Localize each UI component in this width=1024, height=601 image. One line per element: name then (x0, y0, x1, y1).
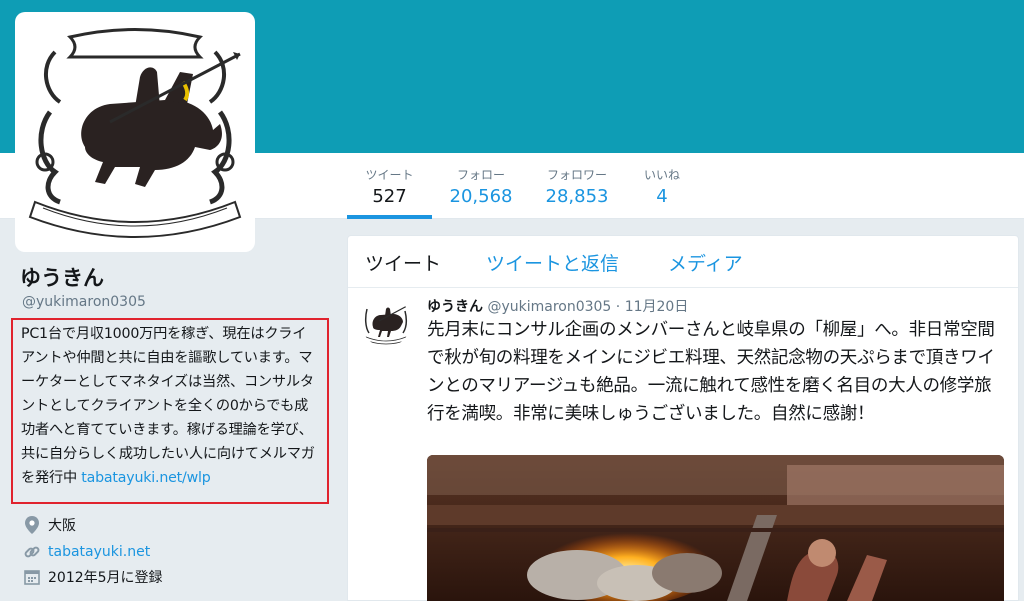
tab-tweets-and-replies[interactable]: ツイートと返信 (486, 249, 619, 276)
profile-location-row: 大阪 (22, 514, 76, 536)
profile-bio-highlight: PC1台で月収1000万円を稼ぎ、現在はクライアントや仲間と共に自由を謳歌してい… (11, 318, 329, 504)
stat-following[interactable]: フォロー 20,568 (440, 153, 522, 219)
tab-tweets[interactable]: ツイート (365, 249, 441, 276)
calendar-icon (22, 567, 42, 587)
profile-location: 大阪 (48, 518, 76, 534)
stat-tweets-value: 527 (372, 186, 407, 207)
stat-following-label: フォロー (456, 168, 505, 182)
tweet-author-handle[interactable]: @yukimaron0305 (487, 299, 611, 315)
tab-media[interactable]: メディア (668, 249, 743, 276)
stat-followers-value: 28,853 (545, 186, 609, 207)
stat-likes[interactable]: いいね 4 (632, 153, 692, 219)
link-icon (22, 542, 42, 562)
grill-photo (427, 455, 1004, 601)
tweet-date[interactable]: 11月20日 (625, 299, 689, 315)
timeline-tabs: ツイート ツイートと返信 メディア (348, 236, 1018, 288)
stat-likes-value: 4 (656, 186, 668, 207)
stat-following-value: 20,568 (449, 186, 513, 207)
tweet-separator: · (615, 299, 621, 315)
stat-likes-label: いいね (643, 168, 680, 182)
tweet-avatar[interactable] (361, 297, 411, 347)
tweet-author-name[interactable]: ゆうきん (427, 299, 483, 315)
profile-joined-row: 2012年5月に登録 (22, 566, 163, 588)
profile-name: ゆうきん (20, 266, 104, 290)
profile-website-link[interactable]: tabatayuki.net (48, 544, 150, 560)
profile-avatar[interactable] (15, 12, 255, 252)
knight-crest-logo-small (364, 305, 408, 345)
tweet-header: ゆうきん @yukimaron0305 · 11月20日 (427, 296, 688, 316)
profile-bio-link[interactable]: tabatayuki.net/wlp (81, 470, 210, 486)
profile-bio-text: PC1台で月収1000万円を稼ぎ、現在はクライアントや仲間と共に自由を謳歌してい… (21, 326, 315, 486)
stat-tweets[interactable]: ツイート 527 (347, 153, 432, 219)
stat-followers-label: フォロワー (546, 168, 607, 182)
stat-followers[interactable]: フォロワー 28,853 (536, 153, 618, 219)
profile-joined: 2012年5月に登録 (48, 570, 163, 586)
profile-handle: @yukimaron0305 (22, 294, 146, 310)
tweet-photo[interactable] (427, 455, 1004, 601)
stat-tweets-label: ツイート (365, 168, 414, 182)
profile-website-row: tabatayuki.net (22, 541, 150, 563)
map-pin-icon (22, 515, 42, 535)
knight-crest-logo (28, 28, 242, 238)
tweet-text: 先月末にコンサル企画のメンバーさんと岐阜県の「柳屋」へ。非日常空間で秋が旬の料理… (427, 320, 995, 424)
